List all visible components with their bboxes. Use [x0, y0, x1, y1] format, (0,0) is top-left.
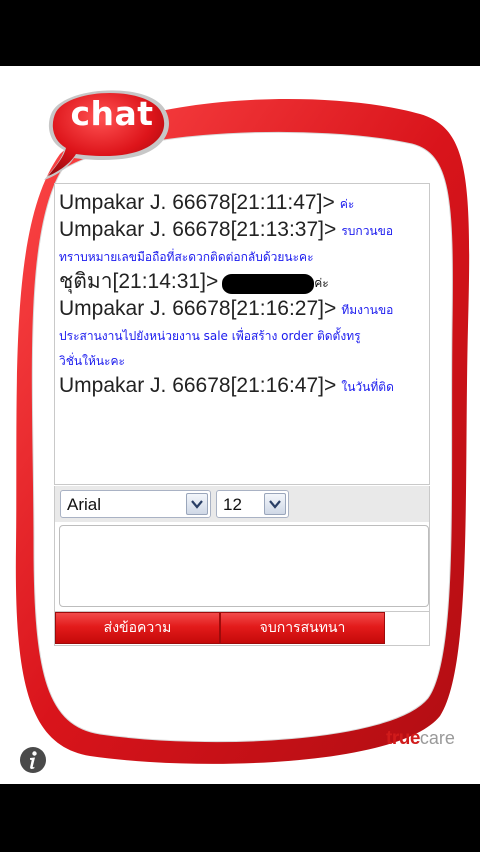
message-item: ชุติมา[21:14:31]> ค่ะ — [59, 269, 425, 296]
chevron-down-icon[interactable] — [264, 493, 286, 515]
send-message-button[interactable]: ส่งข้อความ — [55, 612, 220, 644]
message-text: ประสานงานไปยังหน่วยงาน sale เพื่อสร้าง o… — [59, 329, 361, 343]
message-item: Umpakar J. 66678[21:16:27]> ทีมงานขอ — [59, 296, 425, 323]
font-family-select[interactable]: Arial — [60, 490, 211, 518]
message-text: ทราบหมายเลขมือถือที่สะดวกติดต่อกลับด้วยน… — [59, 250, 314, 264]
message-text: ค่ะ — [339, 197, 355, 211]
message-text: รบกวนขอ — [341, 224, 394, 238]
message-continuation: วิชั่นให้นะคะ — [59, 348, 425, 373]
chat-transcript[interactable]: Umpakar J. 66678[21:11:47]> ค่ะ Umpakar … — [54, 183, 430, 485]
message-text: ค่ะ — [314, 276, 329, 290]
message-sender: Umpakar J. 66678[21:11:47]> — [59, 191, 335, 214]
redacted-content — [222, 273, 315, 294]
message-sender: Umpakar J. 66678[21:16:27]> — [59, 297, 337, 320]
message-text: ทีมงานขอ — [341, 303, 394, 317]
message-item: Umpakar J. 66678[21:13:37]> รบกวนขอ — [59, 217, 425, 244]
brand-true-text: true — [386, 728, 420, 749]
message-text: วิชั่นให้นะคะ — [59, 354, 125, 368]
message-continuation: ประสานงานไปยังหน่วยงาน sale เพื่อสร้าง o… — [59, 323, 425, 348]
message-sender: Umpakar J. 66678[21:13:37]> — [59, 218, 337, 241]
chat-logo-text: chat — [70, 94, 154, 133]
message-input-area — [54, 522, 430, 612]
message-input[interactable] — [59, 525, 429, 607]
message-item: Umpakar J. 66678[21:16:47]> ในวันที่ติด — [59, 373, 425, 400]
font-size-value: 12 — [223, 495, 242, 514]
message-text: ในวันที่ติด — [341, 380, 394, 394]
message-item: Umpakar J. 66678[21:11:47]> ค่ะ — [59, 190, 425, 217]
action-buttons: ส่งข้อความ จบการสนทนา — [54, 612, 430, 646]
font-size-select[interactable]: 12 — [216, 490, 289, 518]
end-chat-button[interactable]: จบการสนทนา — [220, 612, 385, 644]
brand-care-text: care — [419, 728, 455, 748]
format-toolbar: Arial 12 — [54, 486, 430, 522]
message-sender: Umpakar J. 66678[21:16:47]> — [59, 374, 337, 397]
chevron-down-icon[interactable] — [186, 493, 208, 515]
message-sender: ชุติมา[21:14:31]> — [59, 270, 219, 293]
font-family-value: Arial — [67, 495, 102, 514]
truecare-brand-logo: truecare — [386, 728, 455, 750]
info-icon[interactable] — [19, 746, 47, 774]
message-continuation: ทราบหมายเลขมือถือที่สะดวกติดต่อกลับด้วยน… — [59, 244, 425, 269]
message-list: Umpakar J. 66678[21:11:47]> ค่ะ Umpakar … — [55, 184, 429, 400]
chat-window: chat Umpakar J. 66678[21:11:47]> ค่ะ Ump… — [0, 66, 480, 784]
